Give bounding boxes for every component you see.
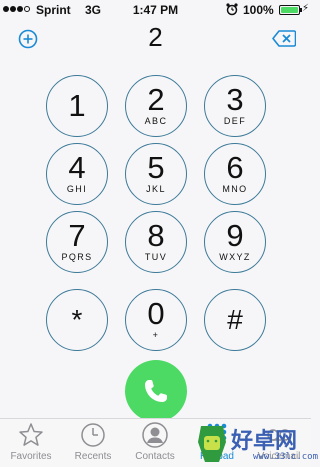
key-8[interactable]: 8 TUV <box>125 211 187 273</box>
charge-icon: ⚡ <box>302 3 310 14</box>
entered-number-display: 2 <box>148 22 163 52</box>
tab-label: Recents <box>74 451 112 462</box>
backspace-icon[interactable] <box>272 30 296 47</box>
key-digit: 7 <box>68 218 86 253</box>
star-icon <box>19 423 43 446</box>
key-letters: TUV <box>144 252 168 262</box>
tab-recents[interactable]: Recents <box>62 421 124 466</box>
key-digit: 0 <box>147 296 165 331</box>
key-2[interactable]: 2 ABC <box>125 75 187 137</box>
clock-icon <box>81 423 105 447</box>
tab-favorites[interactable]: Favorites <box>0 421 62 466</box>
key-digit: * <box>71 304 83 335</box>
key-letters: + <box>152 330 160 340</box>
key-letters: ABC <box>144 116 168 126</box>
key-6[interactable]: 6 MNO <box>204 143 266 205</box>
tab-label: Contacts <box>135 451 175 462</box>
key-letters: MNO <box>222 184 248 194</box>
status-bar: Sprint 3G 1:47 PM 100% ⚡ <box>0 0 311 20</box>
key-7[interactable]: 7 PQRS <box>46 211 108 273</box>
key-9[interactable]: 9 WXYZ <box>204 211 266 273</box>
call-button[interactable] <box>125 360 187 422</box>
key-0[interactable]: 0 + <box>125 289 187 351</box>
key-5[interactable]: 5 JKL <box>125 143 187 205</box>
watermark-url: www.33lc.com <box>253 452 319 462</box>
key-digit: 9 <box>226 218 244 253</box>
battery-icon <box>279 5 302 15</box>
key-digit: 5 <box>147 150 165 185</box>
android-logo-icon <box>198 426 226 462</box>
key-letters: WXYZ <box>219 252 251 262</box>
key-3[interactable]: 3 DEF <box>204 75 266 137</box>
key-letters: JKL <box>146 184 166 194</box>
key-digit: 8 <box>147 218 165 253</box>
key-digit: # <box>227 304 243 335</box>
tab-label: Favorites <box>10 451 52 462</box>
phone-icon <box>145 380 167 402</box>
key-letters: DEF <box>223 116 247 126</box>
watermark-logo: 好卓网 www.33lc.com <box>193 420 318 467</box>
key-digit: 1 <box>68 88 86 123</box>
key-1[interactable]: 1 <box>46 75 108 137</box>
key-letters: GHI <box>66 184 88 194</box>
key-digit: 4 <box>68 150 86 185</box>
key-pound[interactable]: # <box>204 289 266 351</box>
tab-contacts[interactable]: Contacts <box>124 421 186 466</box>
key-4[interactable]: 4 GHI <box>46 143 108 205</box>
key-digit: 2 <box>147 82 165 117</box>
key-star[interactable]: * <box>46 289 108 351</box>
person-icon <box>142 422 168 448</box>
alarm-icon <box>226 3 238 16</box>
battery-percentage: 100% <box>243 3 274 17</box>
watermark-text: 好卓网 <box>231 428 298 453</box>
key-letters: PQRS <box>61 252 93 262</box>
key-digit: 3 <box>226 82 244 117</box>
key-digit: 6 <box>226 150 244 185</box>
